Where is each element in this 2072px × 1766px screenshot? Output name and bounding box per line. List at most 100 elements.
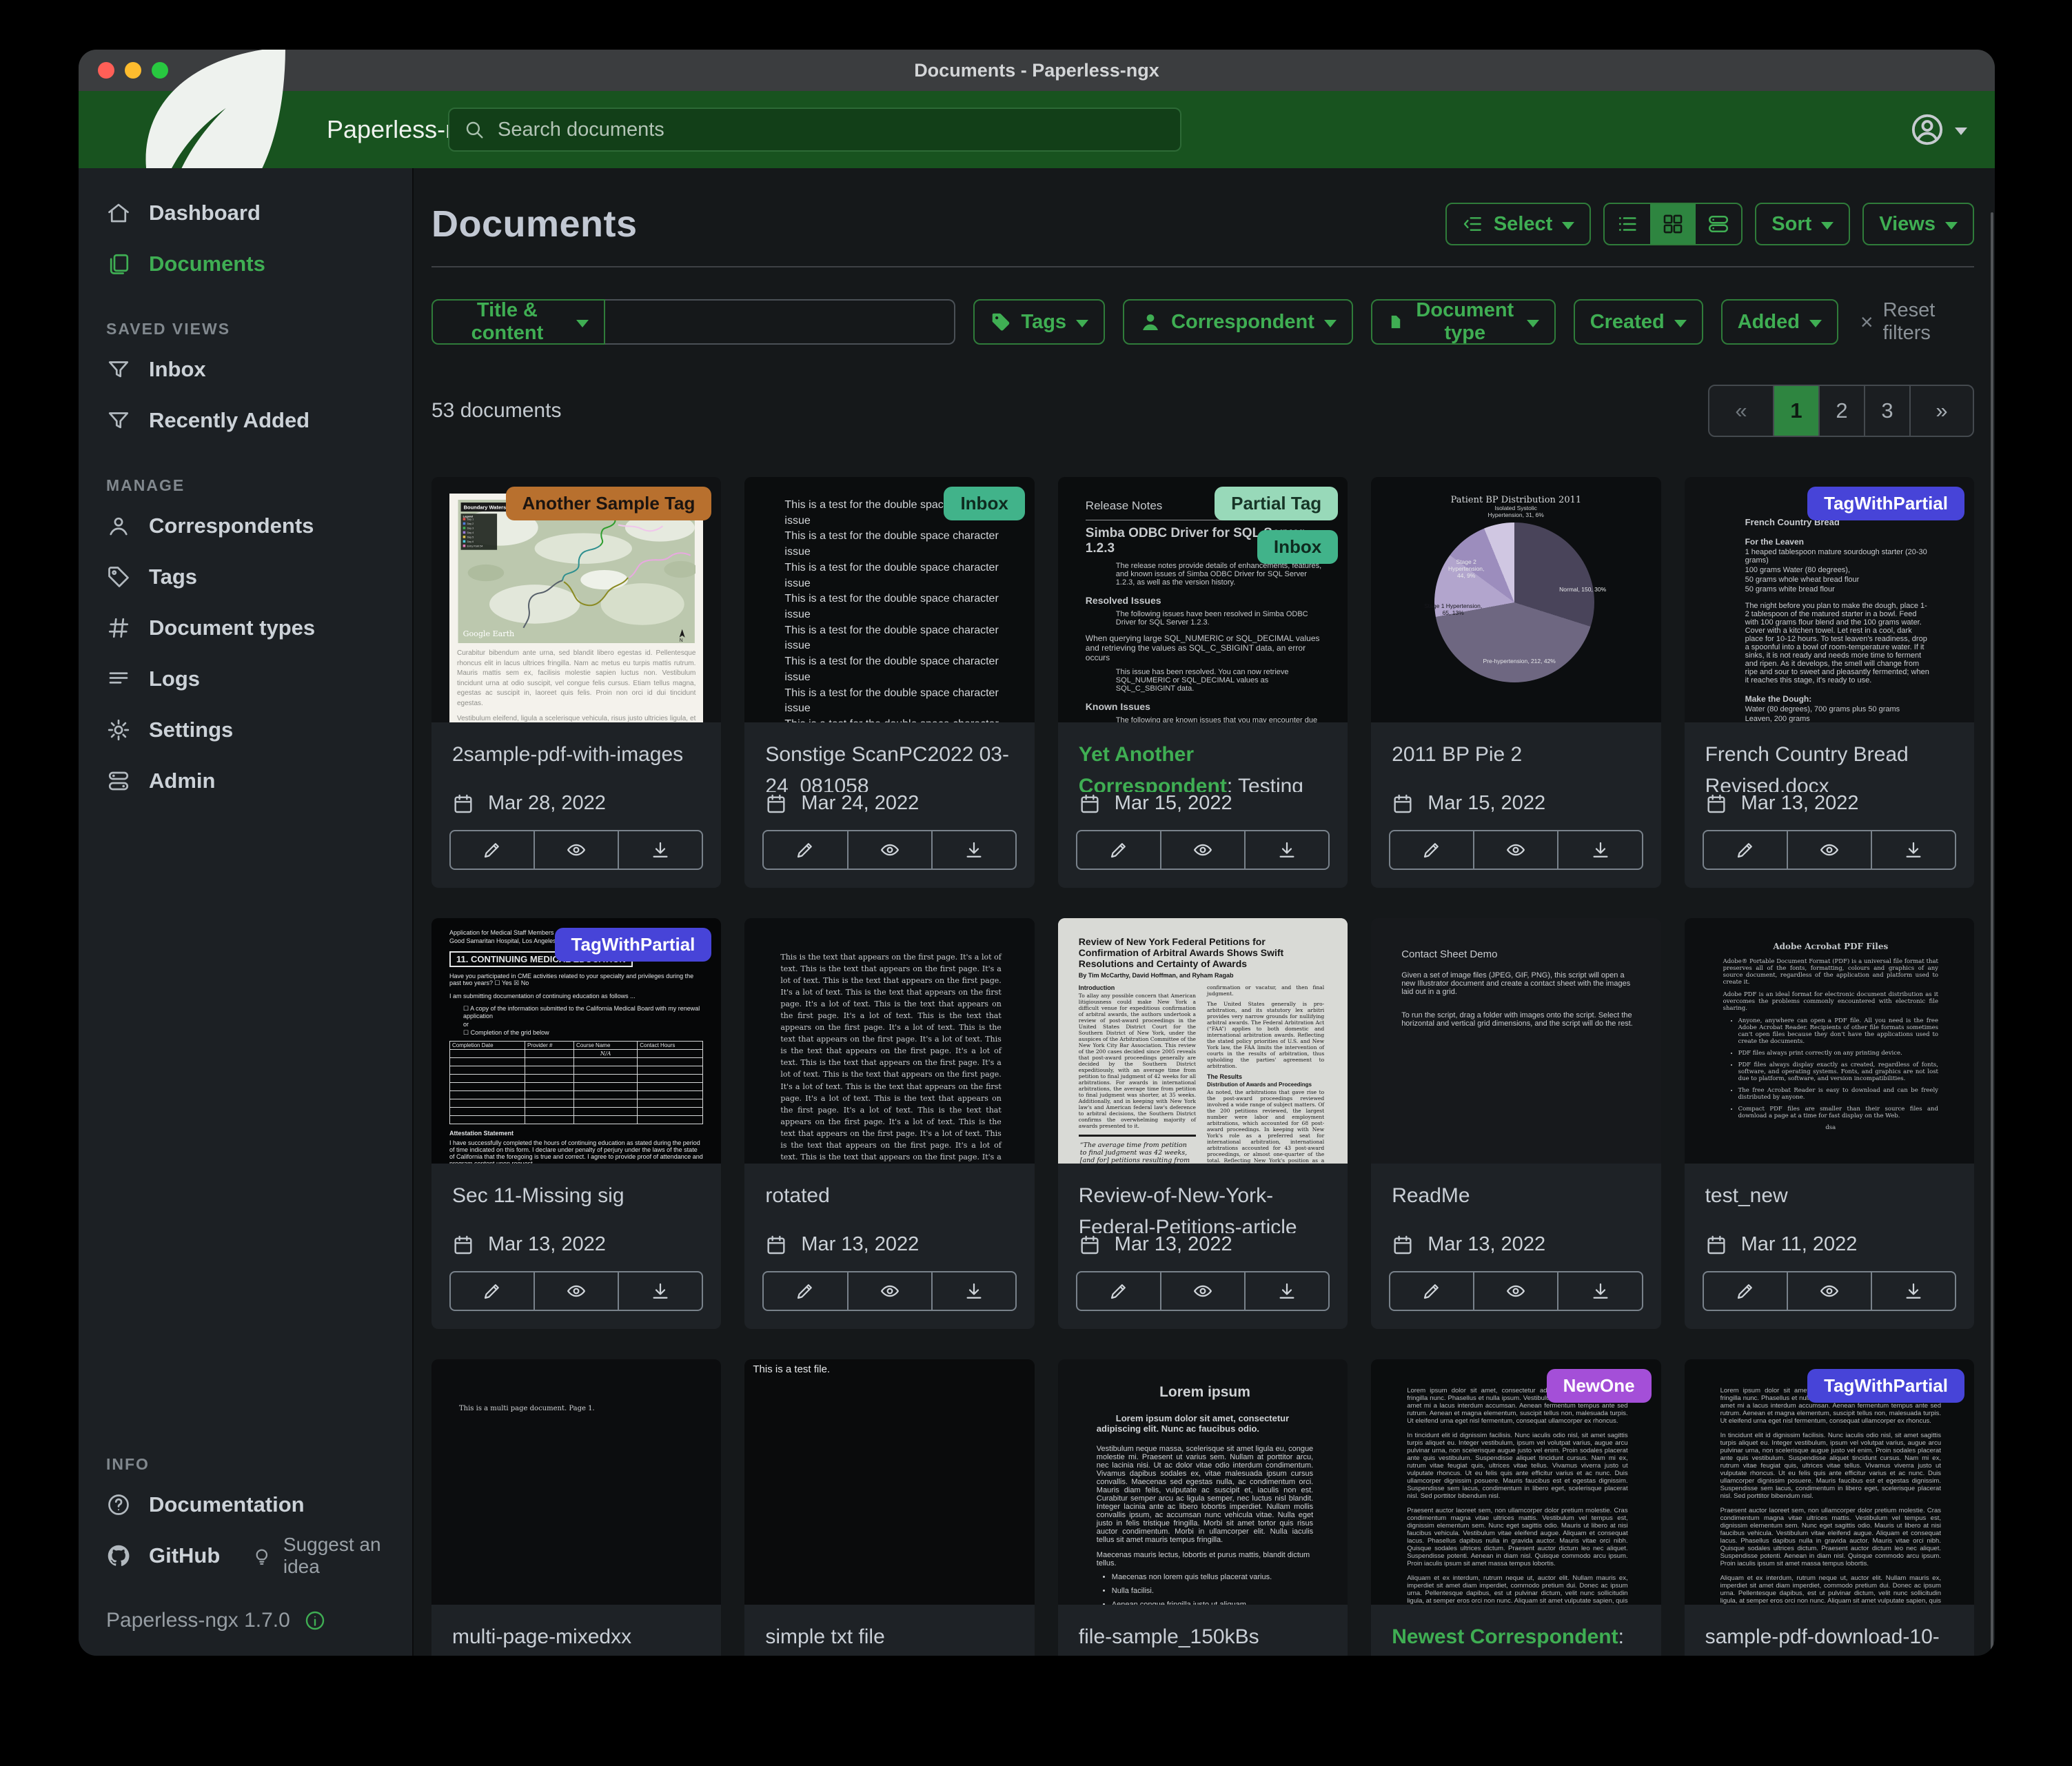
sidebar-item-documents[interactable]: Documents (79, 238, 412, 290)
document-thumbnail[interactable]: Lorem ipsum dolor sit amet, consectetur … (1685, 1359, 1974, 1605)
scrollbar[interactable] (1991, 212, 1993, 1656)
download-button[interactable] (931, 1271, 1017, 1311)
document-title[interactable]: Sec 11-Missing sig (452, 1180, 700, 1212)
sidebar-item-settings[interactable]: Settings (79, 704, 412, 755)
download-button[interactable] (1871, 830, 1956, 870)
document-card[interactable]: French Country BreadFor the Leaven1 heap… (1685, 477, 1974, 888)
search-input[interactable] (496, 118, 1166, 142)
download-button[interactable] (618, 830, 703, 870)
sidebar-item-document-types[interactable]: Document types (79, 602, 412, 653)
download-button[interactable] (931, 830, 1017, 870)
filter-document-type-button[interactable]: Document type (1371, 299, 1556, 345)
document-thumbnail[interactable]: This is the text that appears on the fir… (744, 918, 1034, 1164)
document-title[interactable]: simple txt file (765, 1621, 1013, 1653)
user-menu[interactable] (1909, 112, 1967, 148)
edit-button[interactable] (1076, 830, 1161, 870)
tag-badge[interactable]: NewOne (1547, 1369, 1652, 1403)
download-button[interactable] (1557, 830, 1643, 870)
document-thumbnail[interactable]: French Country BreadFor the Leaven1 heap… (1685, 477, 1974, 722)
suggest-idea-link[interactable]: Suggest an idea (252, 1534, 412, 1578)
title-content-filter-input[interactable] (605, 299, 955, 345)
document-title[interactable]: rotated (765, 1180, 1013, 1212)
edit-button[interactable] (449, 1271, 535, 1311)
sidebar-item-inbox[interactable]: Inbox (79, 344, 412, 395)
view-mode-cards-button[interactable] (1696, 204, 1741, 244)
document-title[interactable]: Newest Correspondent: f_combineds (1392, 1621, 1640, 1656)
reset-filters-button[interactable]: × Reset filters (1860, 299, 1974, 345)
document-title[interactable]: ReadMe (1392, 1180, 1640, 1212)
filter-tags-button[interactable]: Tags (973, 299, 1106, 345)
view-button[interactable] (1473, 1271, 1558, 1311)
filter-created-button[interactable]: Created (1574, 299, 1703, 345)
filter-correspondent-button[interactable]: Correspondent (1123, 299, 1353, 345)
view-button[interactable] (1160, 1271, 1246, 1311)
view-button[interactable] (1787, 830, 1872, 870)
page-button-2[interactable]: 2 (1818, 386, 1864, 436)
document-thumbnail[interactable]: Adobe Acrobat PDF FilesAdobe® Portable D… (1685, 918, 1974, 1164)
document-card[interactable]: Application for Medical Staff MembersGoo… (431, 918, 721, 1329)
view-mode-grid-button[interactable] (1650, 204, 1696, 244)
page-button-3[interactable]: 3 (1864, 386, 1909, 436)
edit-button[interactable] (762, 1271, 848, 1311)
document-title[interactable]: test_new (1705, 1180, 1953, 1212)
document-card[interactable]: Boundary Waters Trip Legend Day 1Day 2Da… (431, 477, 721, 888)
document-title[interactable]: 2011 BP Pie 2 (1392, 739, 1640, 771)
document-thumbnail[interactable]: This is a test file. (744, 1359, 1034, 1605)
view-button[interactable] (534, 1271, 619, 1311)
edit-button[interactable] (1703, 830, 1788, 870)
tag-badge[interactable]: Another Sample Tag (506, 487, 712, 520)
sidebar-item-admin[interactable]: Admin (79, 755, 412, 806)
document-thumbnail[interactable]: This is a test for the double space char… (744, 477, 1034, 722)
view-button[interactable] (534, 830, 619, 870)
document-card[interactable]: This is a test for the double space char… (744, 477, 1034, 888)
document-thumbnail[interactable]: Review of New York Federal Petitions for… (1058, 918, 1348, 1164)
download-button[interactable] (618, 1271, 703, 1311)
next-page-button[interactable]: » (1909, 386, 1973, 436)
view-button[interactable] (847, 1271, 933, 1311)
title-content-filter-button[interactable]: Title & content (431, 299, 605, 345)
sidebar-item-tags[interactable]: Tags (79, 551, 412, 602)
sidebar-item-recently-added[interactable]: Recently Added (79, 395, 412, 446)
document-thumbnail[interactable]: Patient BP Distribution 2011 Isolated Sy… (1371, 477, 1660, 722)
document-card[interactable]: Adobe Acrobat PDF FilesAdobe® Portable D… (1685, 918, 1974, 1329)
edit-button[interactable] (449, 830, 535, 870)
document-thumbnail[interactable]: Application for Medical Staff MembersGoo… (431, 918, 721, 1164)
document-card[interactable]: Patient BP Distribution 2011 Isolated Sy… (1371, 477, 1660, 888)
document-title[interactable]: Yet Another Correspondent: Testing Email (1079, 739, 1327, 792)
document-title[interactable]: sample-pdf-download-10-mb-longer-title (1705, 1621, 1953, 1656)
document-thumbnail[interactable]: Release NotesSimba ODBC Driver for SQL S… (1058, 477, 1348, 722)
sidebar-item-documentation[interactable]: Documentation (79, 1479, 412, 1530)
edit-button[interactable] (762, 830, 848, 870)
edit-button[interactable] (1703, 1271, 1788, 1311)
edit-button[interactable] (1076, 1271, 1161, 1311)
document-thumbnail[interactable]: This is a multi page document. Page 1. (431, 1359, 721, 1605)
view-button[interactable] (847, 830, 933, 870)
document-title[interactable]: multi-page-mixedxx (452, 1621, 700, 1653)
document-title[interactable]: file-sample_150kBs (1079, 1621, 1327, 1653)
tag-badge[interactable]: Inbox (1257, 530, 1338, 564)
document-card[interactable]: Contact Sheet DemoGiven a set of image f… (1371, 918, 1660, 1329)
correspondent-link[interactable]: Newest Correspondent (1392, 1625, 1618, 1648)
page-button-1[interactable]: 1 (1773, 386, 1818, 436)
sidebar-item-github[interactable]: GitHub (79, 1530, 220, 1581)
document-title[interactable]: Sonstige ScanPC2022 03-24_081058 (765, 739, 1013, 792)
sidebar-item-logs[interactable]: Logs (79, 653, 412, 704)
document-card[interactable]: This is a multi page document. Page 1. mu… (431, 1359, 721, 1656)
document-title[interactable]: French Country Bread Revised.docx (1705, 739, 1953, 792)
document-thumbnail[interactable]: Lorem ipsum dolor sit amet, consectetur … (1371, 1359, 1660, 1605)
global-search[interactable] (448, 108, 1181, 152)
correspondent-link[interactable]: Yet Another Correspondent (1079, 743, 1227, 792)
view-button[interactable] (1473, 830, 1558, 870)
document-thumbnail[interactable]: Boundary Waters Trip Legend Day 1Day 2Da… (431, 477, 721, 722)
download-button[interactable] (1871, 1271, 1956, 1311)
views-button[interactable]: Views (1862, 203, 1974, 245)
document-card[interactable]: Review of New York Federal Petitions for… (1058, 918, 1348, 1329)
document-card[interactable]: Lorem ipsumLorem ipsum dolor sit amet, c… (1058, 1359, 1348, 1656)
edit-button[interactable] (1389, 1271, 1474, 1311)
document-thumbnail[interactable]: Contact Sheet DemoGiven a set of image f… (1371, 918, 1660, 1164)
view-mode-list-button[interactable] (1605, 204, 1650, 244)
tag-badge[interactable]: Partial Tag (1215, 487, 1338, 520)
document-card[interactable]: Release NotesSimba ODBC Driver for SQL S… (1058, 477, 1348, 888)
sidebar-item-dashboard[interactable]: Dashboard (79, 187, 412, 238)
document-title[interactable]: 2sample-pdf-with-images (452, 739, 700, 771)
